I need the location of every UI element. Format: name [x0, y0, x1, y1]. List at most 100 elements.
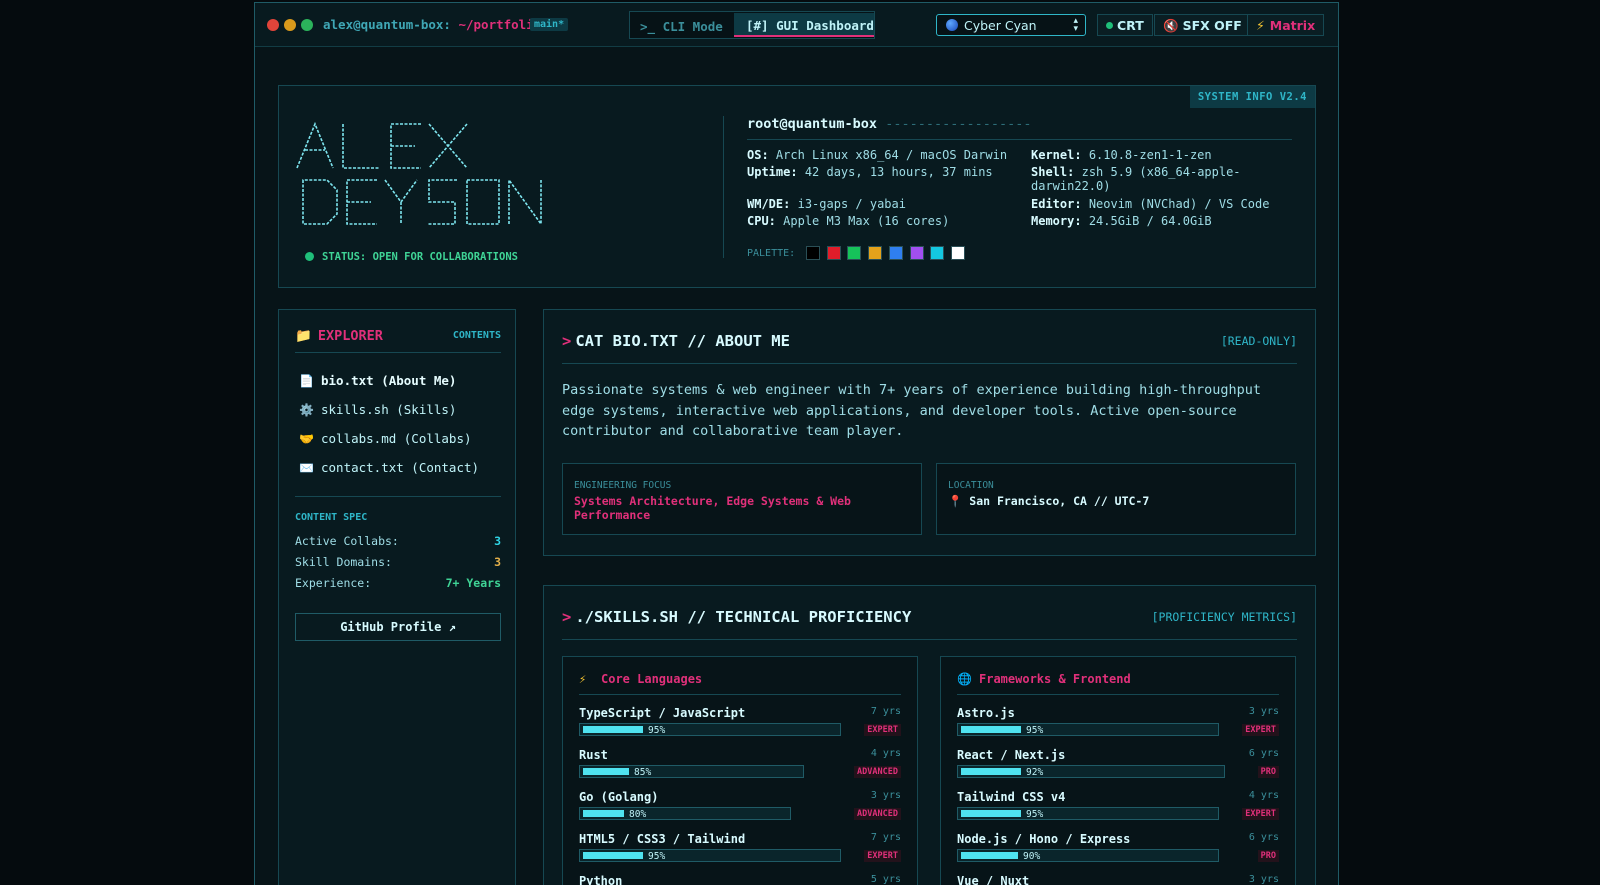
skill-progress-fill [961, 852, 1018, 859]
skill-percent: 90% [1023, 851, 1041, 862]
top-bar: alex@quantum-box: ~/portfolio main* >_ C… [255, 3, 1338, 47]
location-card: LOCATION 📍 San Francisco, CA // UTC-7 [936, 463, 1296, 535]
spec-value: 3 [494, 534, 501, 548]
matrix-toggle-button[interactable]: ⚡ Matrix [1247, 14, 1325, 36]
skill-progress-fill [961, 810, 1021, 817]
kernel-key: Kernel: [1031, 148, 1082, 162]
github-profile-button[interactable]: GitHub Profile ↗ [295, 613, 501, 641]
explorer-item-label: contact.txt (Contact) [321, 460, 480, 475]
skill-progress-fill [583, 768, 629, 775]
crt-label: CRT [1117, 18, 1144, 33]
divider [723, 116, 724, 258]
skill-progress-bar: 95% [957, 723, 1219, 736]
proficiency-metrics-tag: [PROFICIENCY METRICS] [1151, 610, 1297, 624]
skill-level-badge: EXPERT [864, 850, 901, 862]
folder-icon: 📁 [295, 328, 312, 344]
explorer-sidebar: 📁 EXPLORER CONTENTS 📄 bio.txt (About Me) ⚙… [278, 309, 516, 885]
skill-row: React / Next.js 6 yrs 92% PRO [957, 748, 1279, 788]
explorer-item-label: skills.sh (Skills) [321, 402, 457, 417]
skill-level-badge: ADVANCED [854, 766, 901, 778]
location-value: 📍 San Francisco, CA // UTC-7 [948, 494, 1149, 508]
skill-percent: 95% [648, 725, 666, 736]
editor-info: Editor: Neovim (NVChad) / VS Code [1031, 197, 1269, 211]
uptime-key: Uptime: [747, 165, 798, 179]
muted-speaker-icon: 🔇 [1163, 18, 1179, 33]
explorer-title: 📁 EXPLORER [295, 328, 383, 344]
lightning-icon: ⚡ [579, 672, 587, 686]
bio-text: Passionate systems & web engineer with 7… [562, 382, 1261, 439]
skill-name: Tailwind CSS v4 [957, 790, 1066, 804]
skill-years: 7 yrs [870, 832, 901, 843]
envelope-icon: ✉️ [299, 461, 314, 475]
location-label: LOCATION [948, 480, 994, 491]
spec-label: Skill Domains: [295, 555, 392, 569]
prompt-chevron-icon: > [562, 332, 572, 350]
skill-progress-fill [583, 852, 643, 859]
globe-icon: 🌐 [957, 672, 972, 686]
prompt-chevron-icon: > [562, 608, 572, 626]
collab-status: STATUS: OPEN FOR COLLABORATIONS [305, 251, 518, 263]
spec-value: 3 [494, 555, 501, 569]
skill-group-core-languages: ⚡ Core Languages TypeScript / JavaScript 7… [562, 656, 918, 885]
skill-group-title-label: Core Languages [601, 672, 703, 686]
skill-level-badge: EXPERT [1242, 808, 1279, 820]
skills-title-label: ./SKILLS.SH // TECHNICAL PROFICIENCY [575, 608, 912, 626]
theme-select[interactable]: Cyber Cyan ▴ ▾ [936, 14, 1086, 36]
explorer-item-bio[interactable]: 📄 bio.txt (About Me) [299, 373, 456, 388]
close-window-icon[interactable] [267, 19, 279, 31]
system-info-card: SYSTEM INFO V2.4 STATUS: OPEN FOR COLLAB… [278, 85, 1316, 288]
spec-value: 7+ Years [445, 576, 501, 590]
skill-level-badge: EXPERT [864, 724, 901, 736]
crt-toggle-button[interactable]: CRT [1097, 14, 1153, 36]
root-prompt-rule: ------------------ [885, 116, 1032, 132]
gui-dashboard-tab[interactable]: [#] GUI Dashboard [734, 13, 874, 37]
memory-info: Memory: 24.5GiB / 64.0GiB [1031, 214, 1212, 228]
skill-years: 5 yrs [870, 874, 901, 885]
uptime-info: Uptime: 42 days, 13 hours, 37 mins [747, 165, 993, 179]
skill-name: Astro.js [957, 706, 1015, 720]
sfx-toggle-button[interactable]: 🔇 SFX OFF [1154, 14, 1251, 36]
sfx-label: SFX OFF [1182, 18, 1242, 33]
explorer-item-collabs[interactable]: 🤝 collabs.md (Collabs) [299, 431, 472, 446]
skill-level-badge: PRO [1257, 766, 1279, 778]
spec-label: Experience: [295, 576, 372, 590]
matrix-label: Matrix [1269, 18, 1316, 33]
skill-row: HTML5 / CSS3 / Tailwind 7 yrs 95% EXPERT [579, 832, 901, 872]
skill-percent: 92% [1026, 767, 1044, 778]
palette-swatch [888, 246, 903, 260]
skill-row: Astro.js 3 yrs 95% EXPERT [957, 706, 1279, 746]
spec-experience: Experience: 7+ Years [295, 576, 501, 590]
skill-progress-bar: 92% [957, 765, 1225, 778]
divider [295, 496, 501, 497]
divider [747, 139, 1292, 140]
skill-progress-bar: 85% [579, 765, 804, 778]
explorer-item-label: collabs.md (Collabs) [321, 431, 472, 446]
content-spec-title: CONTENT SPEC [295, 512, 368, 523]
explorer-item-label: bio.txt (About Me) [321, 373, 457, 388]
explorer-item-contact[interactable]: ✉️ contact.txt (Contact) [299, 460, 479, 475]
skill-years: 3 yrs [1248, 706, 1279, 717]
skill-group-title: ⚡ Core Languages [579, 672, 702, 686]
maximize-window-icon[interactable] [301, 19, 313, 31]
skill-progress-fill [961, 726, 1021, 733]
skills-title: > ./SKILLS.SH // TECHNICAL PROFICIENCY [562, 608, 911, 626]
app-window: alex@quantum-box: ~/portfolio main* >_ C… [254, 2, 1339, 885]
spec-skill-domains: Skill Domains: 3 [295, 555, 501, 569]
ascii-name-logo [296, 121, 542, 227]
focus-value: Systems Architecture, Edge Systems & Web… [574, 494, 851, 522]
spec-label: Active Collabs: [295, 534, 399, 548]
skill-percent: 80% [629, 809, 647, 820]
palette-swatch [868, 246, 883, 260]
divider [562, 363, 1297, 364]
skill-name: Rust [579, 748, 608, 762]
minimize-window-icon[interactable] [284, 19, 296, 31]
skill-row: Vue / Nuxt 3 yrs [957, 874, 1279, 885]
cli-mode-tab[interactable]: >_ CLI Mode [640, 19, 723, 34]
globe-icon [946, 19, 958, 31]
divider [562, 639, 1297, 640]
explorer-item-skills[interactable]: ⚙️ skills.sh (Skills) [299, 402, 456, 417]
map-pin-icon: 📍 [948, 494, 963, 508]
user-host: alex@quantum-box: [323, 17, 451, 32]
memory-key: Memory: [1031, 214, 1082, 228]
skill-progress-bar: 95% [579, 849, 841, 862]
